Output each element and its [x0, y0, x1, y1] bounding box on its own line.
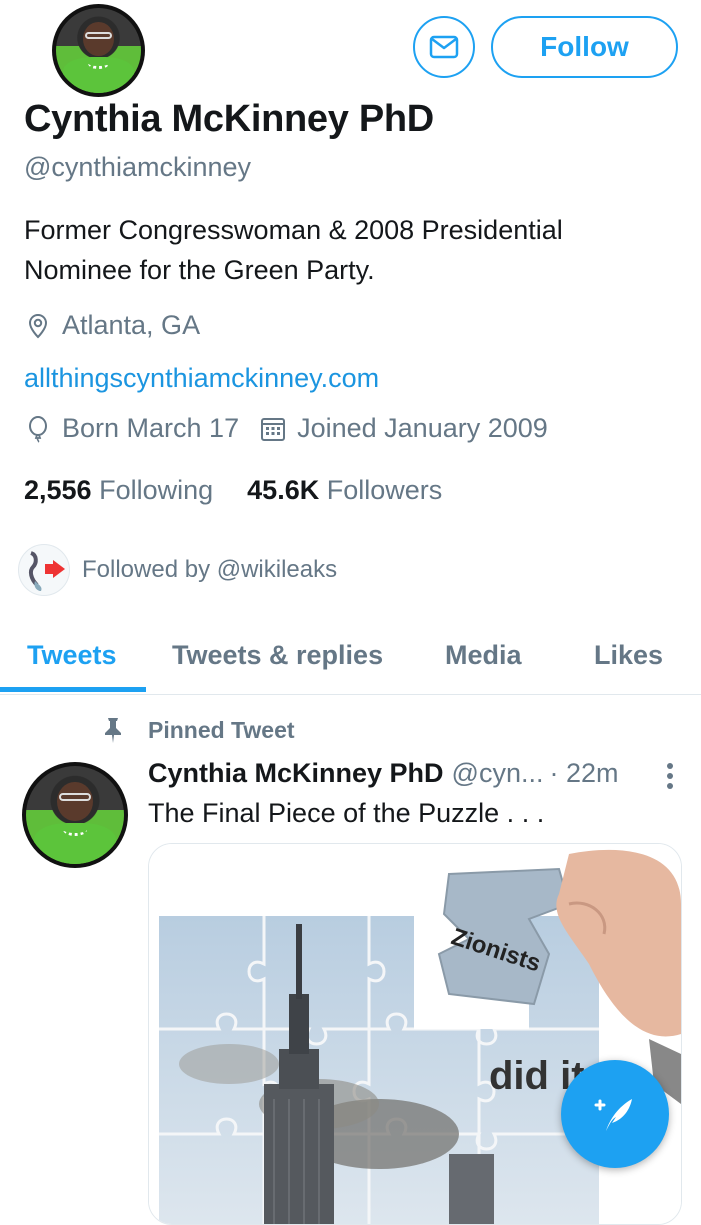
- following-count: 2,556: [24, 475, 92, 505]
- followers-count-link[interactable]: 45.6K Followers: [247, 475, 442, 506]
- joined-text: Joined January 2009: [297, 413, 548, 443]
- profile-website-link[interactable]: allthingscynthiamckinney.com: [24, 363, 379, 394]
- profile-location: Atlanta, GA: [24, 310, 200, 341]
- tweet-text: The Final Piece of the Puzzle . . .: [148, 798, 545, 828]
- pin-icon: [105, 718, 121, 743]
- follow-button[interactable]: Follow: [491, 16, 678, 78]
- profile-bio: Former Congresswoman & 2008 Presidential…: [24, 215, 563, 285]
- tweet-header: Cynthia McKinney PhD @cyn... · 22m: [148, 758, 683, 789]
- profile-tabs: Tweets Tweets & replies Media Likes: [0, 620, 701, 695]
- followed-by-row[interactable]: Followed by @wikileaks: [18, 544, 337, 596]
- calendar-icon: [261, 417, 286, 441]
- pinned-text: Pinned Tweet: [148, 716, 295, 743]
- followers-count: 45.6K: [247, 475, 320, 505]
- message-button[interactable]: [413, 16, 475, 78]
- profile-dates: Born March 17 Joined January 2009: [24, 413, 548, 444]
- tweet-author-handle[interactable]: @cyn...: [452, 758, 544, 789]
- tweet-timestamp[interactable]: · 22m: [549, 758, 618, 789]
- birthday-text: Born March 17: [62, 413, 240, 443]
- followers-label: Followers: [326, 475, 443, 505]
- profile-avatar[interactable]: [52, 4, 145, 97]
- balloon-icon: [29, 415, 47, 443]
- followed-by-text: Followed by @wikileaks: [82, 556, 338, 583]
- tab-media[interactable]: Media: [445, 620, 522, 690]
- location-pin-icon: [28, 313, 48, 338]
- tweet-author-name[interactable]: Cynthia McKinney PhD: [148, 758, 444, 789]
- tab-tweets-and-replies[interactable]: Tweets & replies: [172, 620, 383, 690]
- compose-tweet-icon: [594, 1099, 632, 1131]
- wikileaks-avatar: [18, 544, 70, 596]
- following-label: Following: [99, 475, 214, 505]
- active-tab-indicator: [0, 687, 146, 692]
- profile-name: Cynthia McKinney PhD: [24, 98, 434, 140]
- follow-counts: 2,556 Following 45.6K Followers: [24, 475, 442, 506]
- tab-likes[interactable]: Likes: [594, 620, 663, 690]
- profile-handle: @cynthiamckinney: [24, 152, 251, 182]
- compose-tweet-button[interactable]: [561, 1060, 669, 1168]
- tab-tweets[interactable]: Tweets: [27, 620, 117, 690]
- tweet-media-image[interactable]: Zionists did it: [148, 843, 682, 1225]
- more-options-icon[interactable]: [665, 762, 675, 790]
- pinned-tweet-label: Pinned Tweet: [100, 716, 295, 744]
- envelope-icon: [429, 35, 459, 59]
- location-text: Atlanta, GA: [62, 310, 201, 340]
- tweet-author-avatar[interactable]: [22, 762, 128, 868]
- following-count-link[interactable]: 2,556 Following: [24, 475, 213, 506]
